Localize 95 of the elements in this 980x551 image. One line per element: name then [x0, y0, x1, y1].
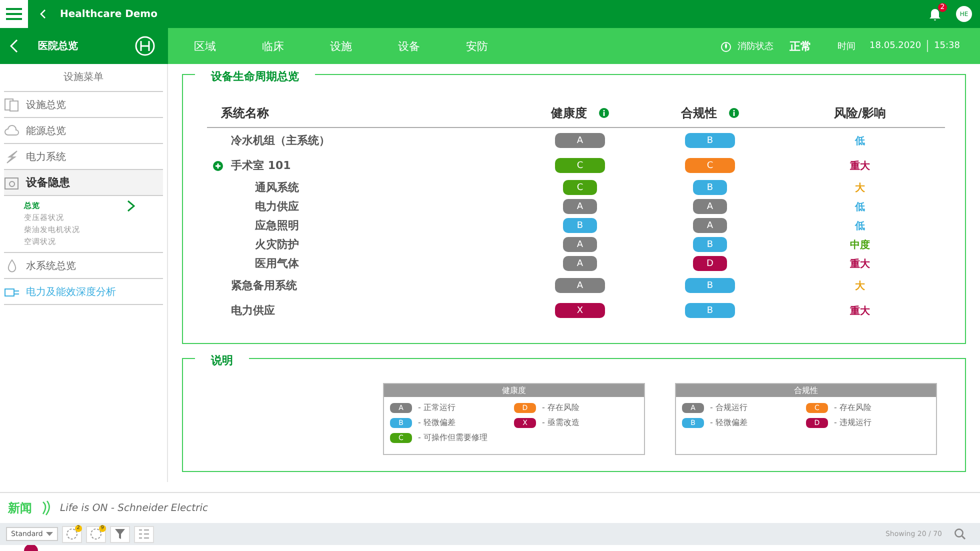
- fire-status-label: 消防状态: [738, 40, 774, 52]
- time-text: 15:38: [934, 41, 960, 51]
- bell-icon[interactable]: [928, 7, 942, 21]
- filter-button[interactable]: [110, 526, 130, 542]
- panel-title: 说明: [195, 353, 249, 368]
- legend-title: 合规性: [676, 384, 936, 397]
- compliance-grade: B: [685, 303, 735, 318]
- legend-text: - 轻微偏差: [418, 417, 456, 428]
- info-icon[interactable]: [599, 108, 609, 118]
- column-header: 系统名称: [220, 104, 270, 122]
- wave-icon: [40, 500, 52, 516]
- system-name: 电力供应: [255, 200, 299, 213]
- date-text: 18.05.2020: [870, 41, 922, 51]
- column-header: 合规性: [681, 104, 717, 122]
- compliance-grade: A: [693, 218, 727, 233]
- compliance-grade: B: [685, 133, 735, 148]
- sidebar-item[interactable]: 设施总览: [4, 92, 163, 118]
- health-grade: C: [563, 180, 597, 195]
- compliance-grade: B: [693, 180, 727, 195]
- system-name: 紧急备用系统: [231, 279, 297, 292]
- health-grade: B: [563, 218, 597, 233]
- legend-text: - 存在风险: [834, 402, 872, 413]
- health-grade: A: [555, 133, 605, 148]
- system-name: 电力供应: [231, 304, 275, 317]
- list-settings-button[interactable]: [134, 526, 154, 542]
- health-grade: A: [563, 256, 597, 271]
- app-title: Healthcare Demo: [60, 8, 158, 20]
- system-name: 医用气体: [255, 257, 299, 270]
- column-header: 健康度: [551, 104, 587, 122]
- news-label: 新闻: [8, 500, 32, 516]
- legend-text: - 违规运行: [834, 417, 872, 428]
- search-icon[interactable]: [954, 528, 966, 540]
- legend-text: - 合规运行: [710, 402, 748, 413]
- nav-tab[interactable]: 安防: [466, 38, 528, 54]
- lightning-icon: [4, 150, 20, 164]
- risk-level: 重大: [850, 258, 870, 270]
- panel-title: 设备生命周期总览: [195, 69, 315, 84]
- sidebar-item[interactable]: 设备隐患: [4, 170, 163, 196]
- plus-icon[interactable]: [213, 161, 223, 171]
- system-name: 火灾防护: [255, 238, 299, 251]
- system-name: 应急照明: [255, 219, 299, 232]
- health-grade: X: [555, 303, 605, 318]
- list-icon: [138, 528, 150, 540]
- risk-level: 低: [855, 134, 865, 148]
- compliance-grade: A: [693, 199, 727, 214]
- nav-tab[interactable]: 设施: [330, 38, 392, 54]
- risk-level: 重大: [850, 304, 870, 318]
- nav-tab[interactable]: 区域: [194, 38, 256, 54]
- back-icon[interactable]: [40, 9, 46, 19]
- legend-text: - 存在风险: [542, 402, 580, 413]
- system-name: 手术室 101: [231, 159, 291, 172]
- column-header: 风险/影响: [832, 104, 888, 122]
- risk-level: 大: [855, 182, 865, 194]
- compliance-grade: B: [693, 237, 727, 252]
- legend-text: - 轻微偏差: [710, 417, 748, 428]
- caret-icon: [46, 532, 53, 536]
- health-grade: A: [563, 237, 597, 252]
- news-text: Life is ON - Schneider Electric: [60, 502, 208, 514]
- legend-text: - 正常运行: [418, 402, 456, 413]
- nav-tab[interactable]: 临床: [262, 38, 324, 54]
- risk-level: 大: [855, 280, 865, 292]
- menu-button[interactable]: [0, 0, 28, 28]
- time-label: 时间: [838, 40, 856, 52]
- back-icon[interactable]: [10, 39, 18, 53]
- menu-icon: [6, 8, 22, 20]
- risk-level: 重大: [850, 160, 870, 172]
- section-title: 医院总览: [38, 40, 79, 53]
- compliance-grade: C: [685, 158, 735, 173]
- cloud-icon: [4, 124, 20, 138]
- compliance-grade: B: [685, 278, 735, 293]
- risk-level: 低: [855, 200, 865, 214]
- circle-icon: [90, 528, 102, 540]
- legend-text: - 可操作但需要修理: [418, 432, 488, 443]
- info-icon[interactable]: [729, 108, 739, 118]
- circle-icon: [66, 528, 78, 540]
- fire-status: 正常: [790, 38, 812, 54]
- risk-level: 低: [855, 220, 865, 232]
- system-name: 冷水机组（主系统）: [231, 134, 330, 147]
- legend-title: 健康度: [384, 384, 644, 397]
- health-grade: A: [555, 278, 605, 293]
- chevron-right-icon: [127, 200, 135, 212]
- sidebar-item[interactable]: 水系统总览: [4, 253, 163, 279]
- sidebar-title: 设施菜单: [4, 64, 163, 92]
- sidebar-item[interactable]: 电力及能效深度分析: [4, 279, 163, 305]
- risk-level: 中度: [850, 238, 870, 252]
- compliance-grade: D: [693, 256, 727, 271]
- logo-icon: [134, 35, 156, 57]
- health-grade: A: [563, 199, 597, 214]
- nav-tab[interactable]: 设备: [398, 38, 460, 54]
- legend-text: - 亟需改造: [542, 417, 580, 428]
- filter-icon: [114, 528, 126, 540]
- sidebar-item[interactable]: 能源总览: [4, 118, 163, 144]
- system-name: 通风系统: [255, 181, 299, 194]
- health-grade: C: [555, 158, 605, 173]
- document-icon: [4, 98, 20, 112]
